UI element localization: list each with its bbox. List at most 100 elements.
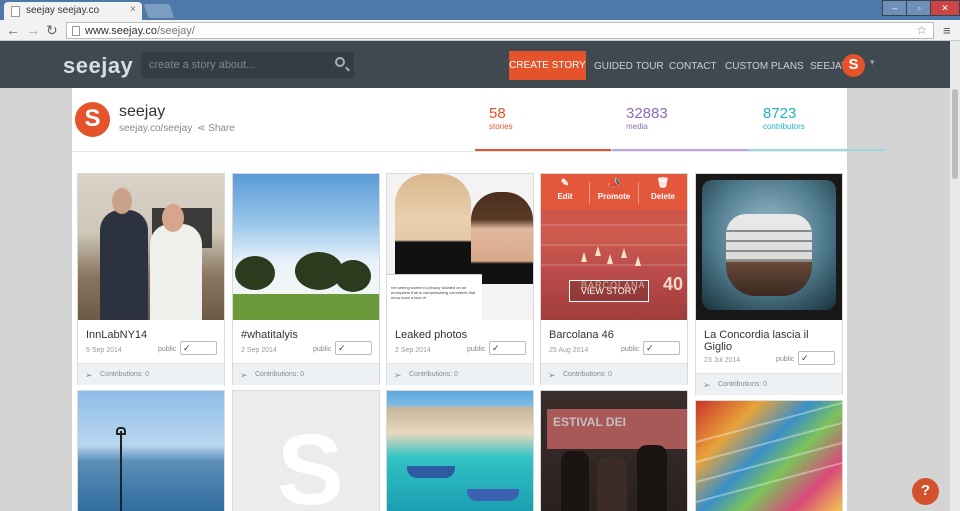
bookmark-star-icon[interactable]: ☆ <box>916 23 927 37</box>
story-image[interactable]: ren seeing women's privacy violated on a… <box>387 174 533 320</box>
public-toggle[interactable]: ✓ <box>643 341 680 355</box>
contributions-count: Contributions: 0 <box>255 371 305 378</box>
story-title[interactable]: Barcolana 46 <box>549 329 679 341</box>
create-story-button[interactable]: CREATE STORY <box>509 51 586 80</box>
stat-media[interactable]: 32883 media <box>626 105 668 131</box>
barcolana-number: 40 <box>663 274 684 294</box>
public-toggle[interactable]: ✓ <box>335 341 372 355</box>
checkmark-icon: ✓ <box>338 343 346 353</box>
tab-title: seejay seejay.co <box>26 5 100 16</box>
search-input[interactable]: create a story about... <box>141 52 354 78</box>
chevron-down-icon[interactable]: ▾ <box>870 57 875 68</box>
visibility-label: public <box>776 356 795 363</box>
seejay-placeholder-logo: S <box>277 414 344 511</box>
stat-stories-value: 58 <box>489 105 506 122</box>
story-card[interactable]: InnLabNY14 5 Sep 2014 public ✓ ➢ Contrib… <box>77 173 225 385</box>
story-title[interactable]: InnLabNY14 <box>86 329 216 341</box>
new-tab-button[interactable] <box>143 4 175 18</box>
maximize-button[interactable]: ▫ <box>906 0 932 16</box>
stat-media-label: media <box>626 122 648 131</box>
story-image[interactable] <box>78 174 224 320</box>
story-card[interactable]: BARCOLANA 40 ✎ Edit 📣 Promote 🗑 Delete VIEW… <box>540 173 688 385</box>
header-divider <box>72 151 847 152</box>
profile-panel: S seejay seejay.co/seejay ⋖ Share 58 sto… <box>72 88 886 511</box>
story-title[interactable]: Leaked photos <box>395 329 525 341</box>
story-image[interactable] <box>78 391 224 511</box>
story-card[interactable]: La Concordia lascia il Giglio 23 Jul 201… <box>695 173 843 395</box>
contributions-count: Contributions: 0 <box>100 371 150 378</box>
contributions-count: Contributions: 0 <box>409 371 459 378</box>
card-footer: ➢ Contributions: 0 <box>78 363 224 385</box>
back-icon[interactable]: ← <box>6 22 20 38</box>
delete-button[interactable]: 🗑 Delete <box>639 178 687 201</box>
story-card[interactable]: ESTIVAL DEI <box>540 390 688 511</box>
seejay-logo[interactable]: seejay <box>63 53 133 79</box>
minimize-button[interactable]: – <box>882 0 908 16</box>
page-background <box>847 88 950 511</box>
festival-banner: ESTIVAL DEI <box>547 409 687 449</box>
delete-label: Delete <box>650 192 675 201</box>
share-label: Share <box>208 123 235 134</box>
story-card[interactable]: #whatitalyis 2 Sep 2014 public ✓ ➢ Contr… <box>232 173 380 385</box>
story-image[interactable] <box>387 391 533 511</box>
close-window-button[interactable]: ✕ <box>930 0 960 16</box>
contributions-count: Contributions: 0 <box>718 381 768 388</box>
edit-icon: ✎ <box>560 178 570 189</box>
nav-custom-plans[interactable]: CUSTOM PLANS <box>725 61 804 72</box>
paper-plane-icon: ➢ <box>394 370 402 380</box>
share-button[interactable]: ⋖ Share <box>197 123 235 134</box>
public-toggle[interactable]: ✓ <box>798 351 835 365</box>
story-card[interactable]: S <box>232 390 380 511</box>
profile-name: seejay <box>119 103 166 120</box>
app-navbar: seejay create a story about... CREATE ST… <box>0 41 960 88</box>
card-footer: ➢ Contributions: 0 <box>387 363 533 385</box>
checkmark-icon: ✓ <box>801 353 809 363</box>
browser-tab[interactable]: seejay seejay.co × <box>4 2 142 20</box>
address-bar[interactable]: www.seejay.co/seejay/ ☆ <box>66 22 934 39</box>
page-scrollbar[interactable] <box>950 41 960 511</box>
story-image[interactable] <box>696 174 842 320</box>
edit-label: Edit <box>557 192 573 201</box>
stat-stories[interactable]: 58 stories <box>489 105 513 131</box>
story-image[interactable]: ESTIVAL DEI <box>541 391 687 511</box>
story-date: 5 Sep 2014 <box>86 347 122 354</box>
stat-contributors[interactable]: 8723 contributors <box>763 105 805 131</box>
card-actions: ✎ Edit 📣 Promote 🗑 Delete <box>541 174 687 210</box>
public-toggle[interactable]: ✓ <box>489 341 526 355</box>
stat-stories-label: stories <box>489 122 513 131</box>
browser-menu-icon[interactable]: ≡ <box>943 23 951 38</box>
help-button[interactable]: ? <box>912 478 939 505</box>
view-story-button[interactable]: VIEW STORY <box>569 280 649 302</box>
stat-contributors-label: contributors <box>763 122 805 131</box>
visibility-label: public <box>158 346 177 353</box>
edit-button[interactable]: ✎ Edit <box>541 178 589 201</box>
story-image[interactable] <box>233 174 379 320</box>
story-image[interactable] <box>696 401 842 511</box>
nav-contact[interactable]: CONTACT <box>669 61 717 72</box>
story-card[interactable] <box>695 400 843 511</box>
story-card[interactable]: ren seeing women's privacy violated on a… <box>386 173 534 385</box>
checkmark-icon: ✓ <box>492 343 500 353</box>
nav-guided-tour[interactable]: GUIDED TOUR <box>594 61 664 72</box>
forward-icon[interactable]: → <box>26 22 40 38</box>
story-title[interactable]: La Concordia lascia il Giglio <box>704 329 834 353</box>
public-toggle[interactable]: ✓ <box>180 341 217 355</box>
story-card[interactable] <box>386 390 534 511</box>
story-image[interactable]: S <box>233 391 379 511</box>
profile-url[interactable]: seejay.co/seejay <box>119 123 192 134</box>
visibility-label: public <box>621 346 640 353</box>
story-card[interactable] <box>77 390 225 511</box>
scrollbar-thumb[interactable] <box>952 89 958 179</box>
megaphone-icon: 📣 <box>607 178 621 189</box>
search-icon[interactable] <box>335 57 345 67</box>
story-date: 25 Aug 2014 <box>549 347 589 354</box>
story-title[interactable]: #whatitalyis <box>241 329 371 341</box>
profile-avatar: S <box>75 102 110 137</box>
url-path: /seejay/ <box>156 25 195 37</box>
story-date: 2 Sep 2014 <box>395 347 431 354</box>
promote-button[interactable]: 📣 Promote <box>590 178 638 201</box>
story-image[interactable]: BARCOLANA 40 ✎ Edit 📣 Promote 🗑 Delete VIEW… <box>541 174 687 320</box>
reload-icon[interactable]: ↻ <box>46 22 58 38</box>
close-tab-icon[interactable]: × <box>130 4 136 15</box>
user-avatar[interactable]: S <box>842 54 865 77</box>
